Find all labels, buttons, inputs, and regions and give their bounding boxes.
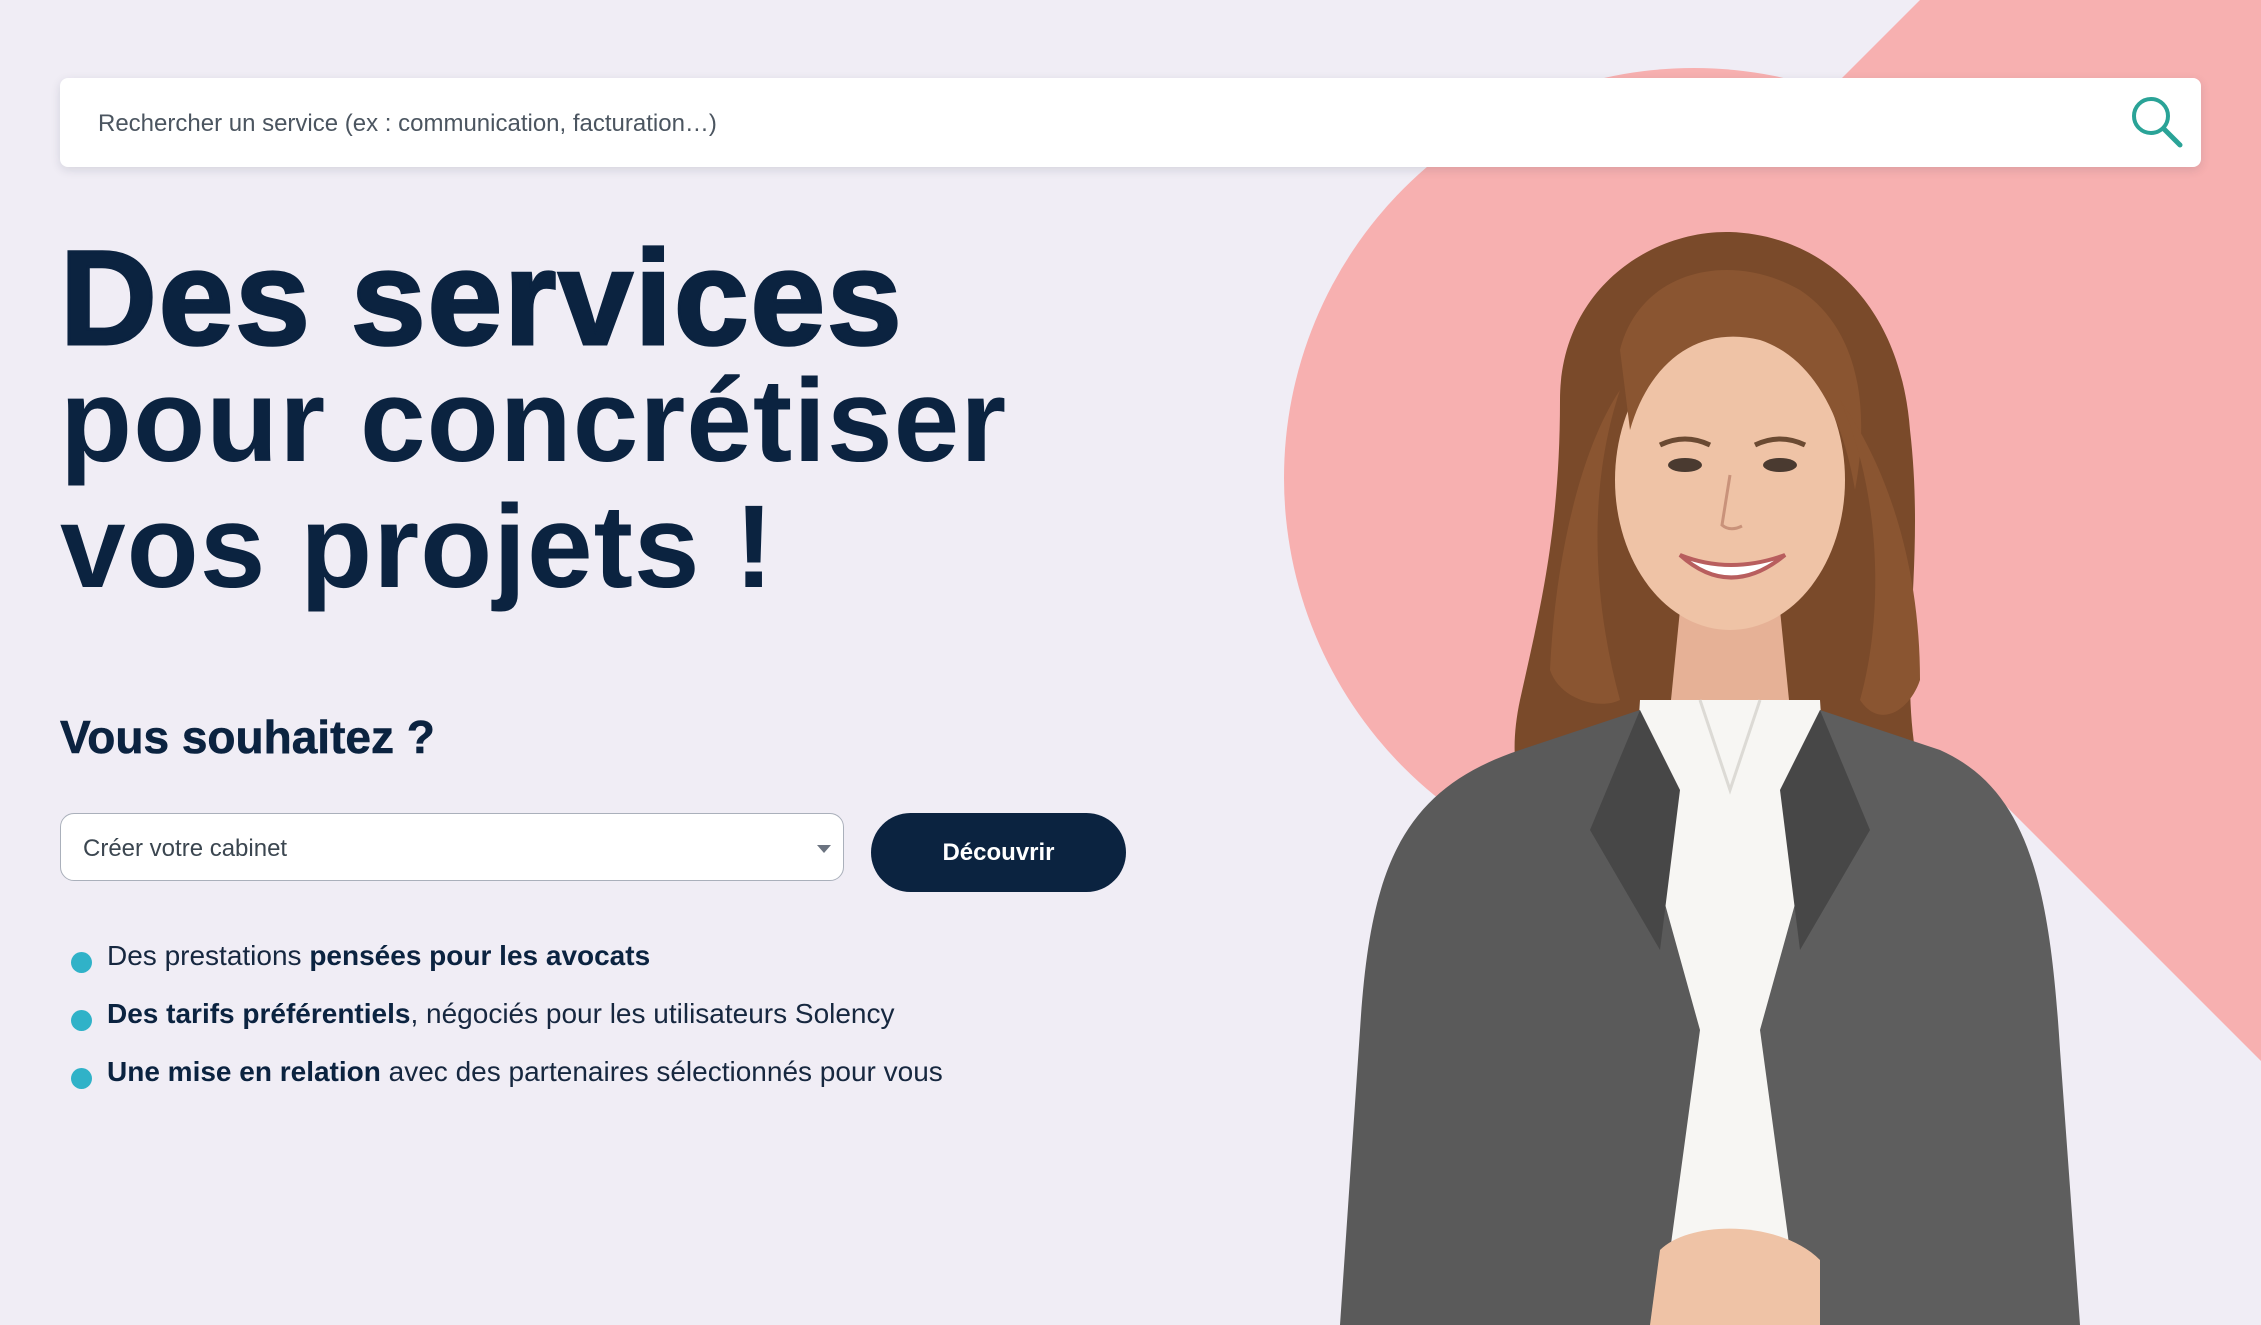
service-select-value: Créer votre cabinet	[83, 835, 288, 862]
bullet-dot-icon	[71, 952, 92, 973]
search-input[interactable]	[96, 78, 2100, 169]
feature-text-after: avec des partenaires sélectionnés pour v…	[380, 1056, 943, 1087]
search-bar	[60, 78, 2201, 169]
feature-text-bold: pensées pour les avocats	[309, 940, 651, 971]
title-line-3: vos projets !	[60, 481, 775, 613]
features-list: Des prestations pensées pour les avocats…	[70, 940, 943, 1114]
list-item: Une mise en relation avec des partenaire…	[70, 1056, 943, 1114]
title-line-2: pour concrétiser	[60, 355, 1008, 487]
woman-portrait-image	[1340, 231, 2080, 1325]
page-title: Des services pour concrétiser vos projet…	[58, 224, 1008, 614]
list-item: Des tarifs préférentiels, négociés pour …	[70, 998, 943, 1056]
feature-text-bold: Des tarifs préférentiels	[107, 998, 411, 1029]
list-item: Des prestations pensées pour les avocats	[70, 940, 943, 998]
landing-page: Des services pour concrétiser vos projet…	[0, 0, 2261, 1325]
feature-text-before: Des prestations	[107, 940, 310, 971]
service-select[interactable]: Créer votre cabinet	[60, 813, 844, 881]
feature-text-bold: Une mise en relation	[107, 1056, 381, 1087]
discover-button[interactable]: Découvrir	[871, 813, 1126, 892]
bullet-dot-icon	[71, 1068, 92, 1089]
feature-text-after: , négociés pour les utilisateurs Solency	[410, 998, 895, 1029]
search-icon[interactable]	[2127, 92, 2187, 152]
chevron-down-icon	[817, 845, 831, 853]
section-subtitle: Vous souhaitez ?	[60, 711, 435, 764]
bullet-dot-icon	[71, 1010, 92, 1031]
title-line-1: Des services	[58, 224, 904, 373]
